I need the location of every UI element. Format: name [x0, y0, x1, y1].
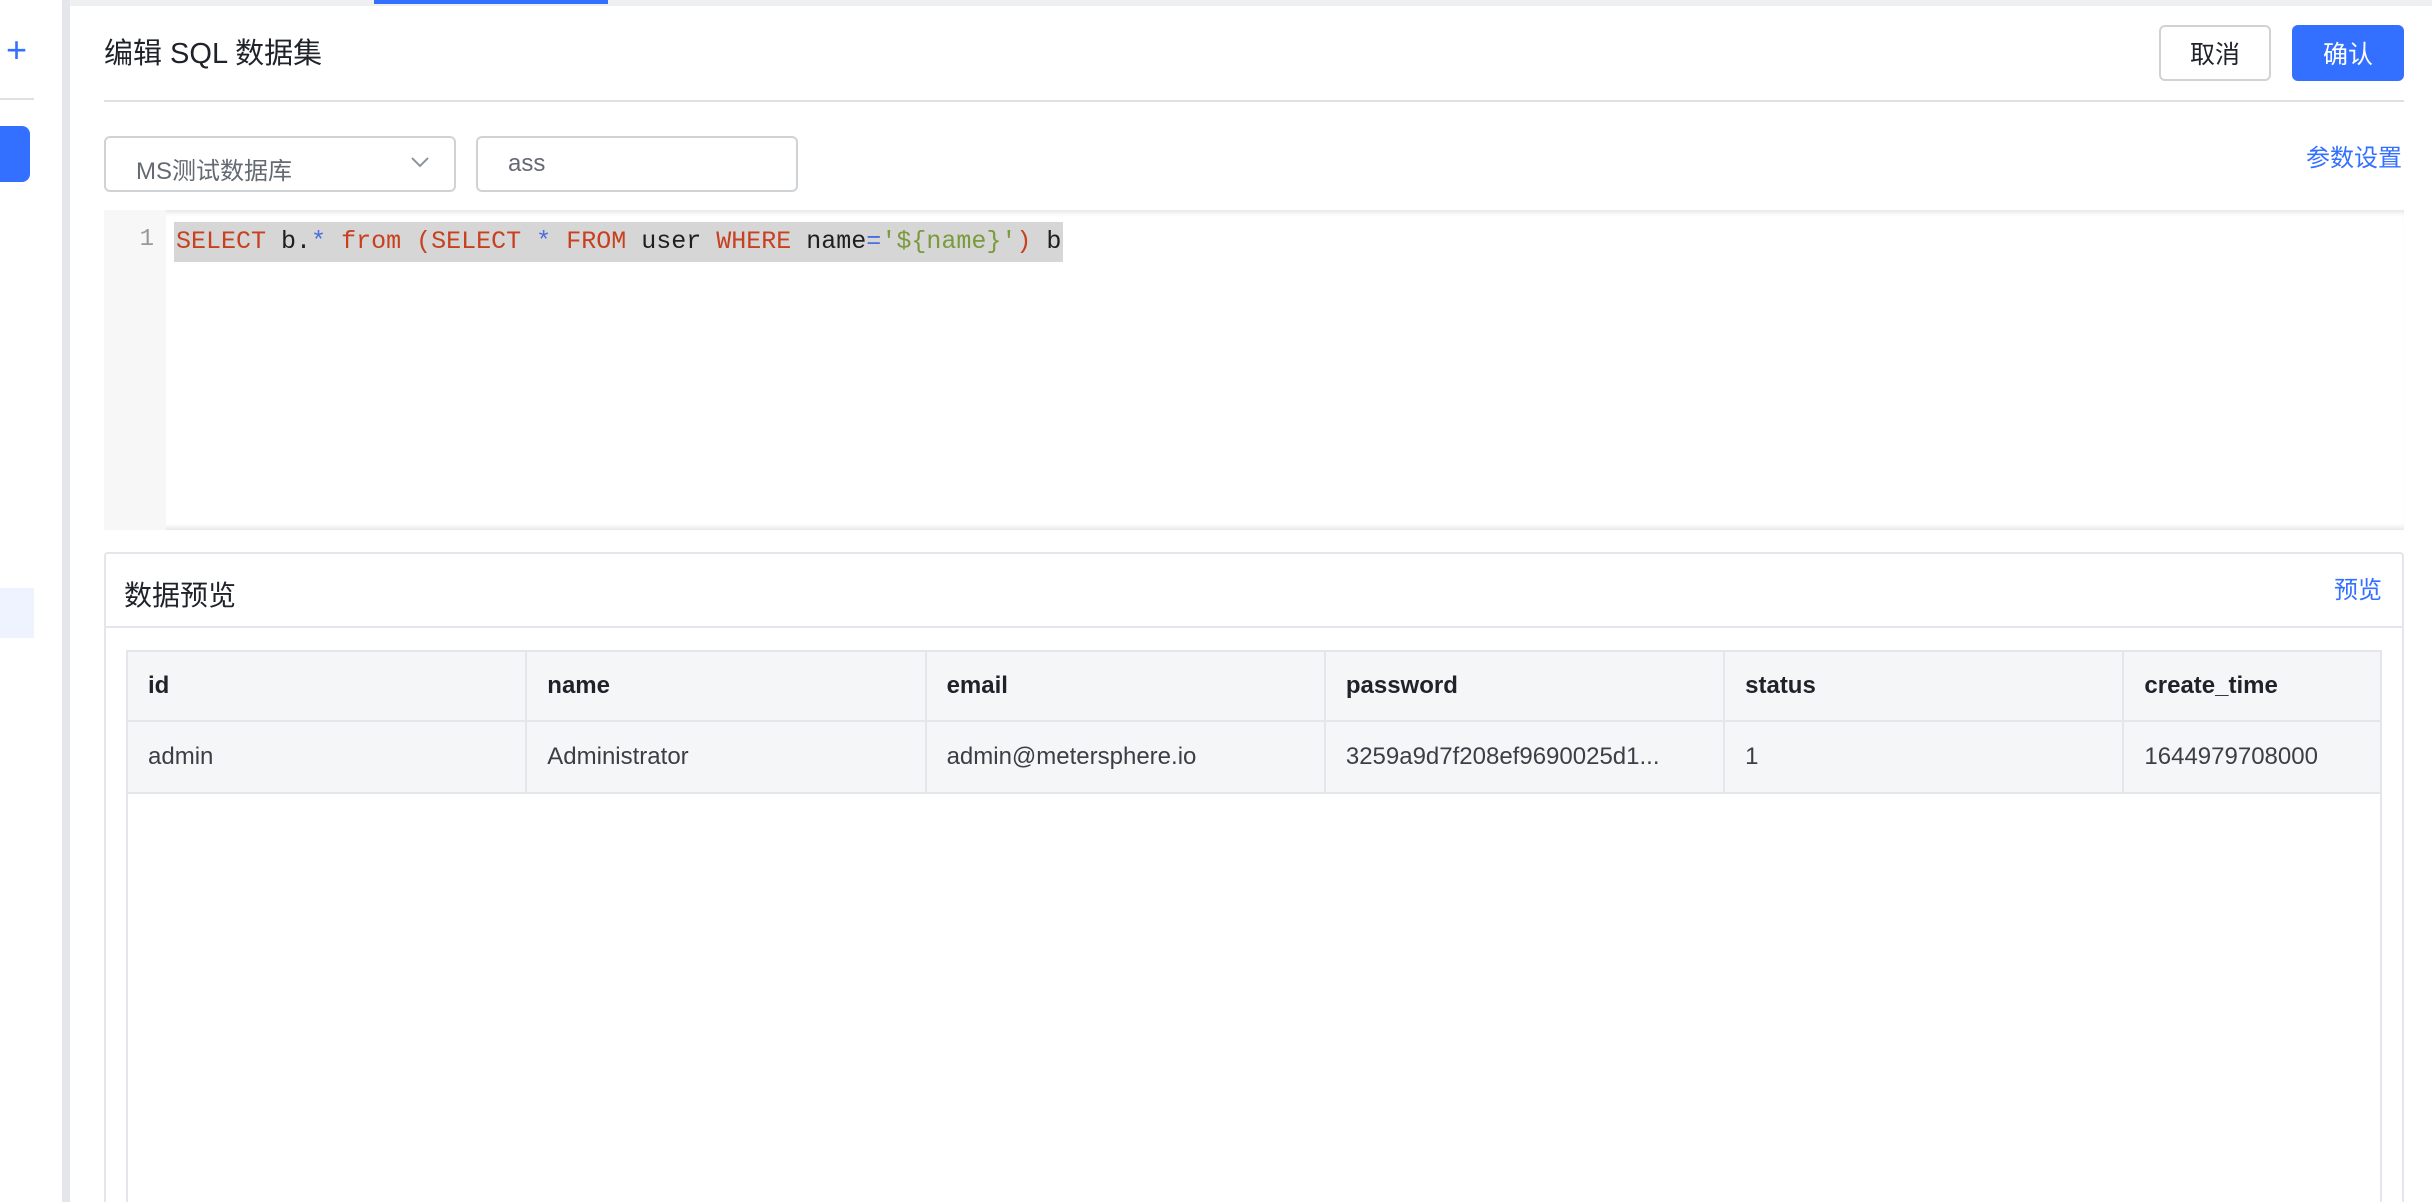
dataset-name-input[interactable] [476, 136, 798, 192]
dialog-header: 编辑 SQL 数据集 取消 确认 [104, 20, 2404, 102]
left-sidebar: + [0, 0, 64, 1202]
table-cell: admin@metersphere.io [927, 722, 1326, 792]
cancel-button[interactable]: 取消 [2159, 25, 2271, 81]
datasource-select-value: MS测试数据库 [136, 158, 292, 185]
table-cell: 3259a9d7f208ef9690025d1... [1326, 722, 1726, 792]
editor-gutter: 1 [104, 210, 166, 530]
active-tab-indicator [374, 0, 608, 4]
param-settings-link[interactable]: 参数设置 [2306, 138, 2402, 173]
top-tab-strip [70, 0, 2432, 6]
confirm-button[interactable]: 确认 [2292, 25, 2404, 81]
column-header[interactable]: id [128, 652, 528, 720]
column-header[interactable]: create_time [2124, 652, 2380, 720]
sidebar-divider [0, 98, 34, 100]
preview-title: 数据预览 [124, 580, 237, 611]
column-header[interactable]: name [527, 652, 927, 720]
preview-button[interactable]: 预览 [2334, 570, 2382, 605]
add-icon[interactable]: + [6, 32, 27, 68]
sql-dataset-editor-page: + 编辑 SQL 数据集 取消 确认 MS测试数据库 参数设置 1 SELECT… [0, 0, 2432, 1202]
data-preview-panel: 数据预览 预览 id name email password status cr… [104, 552, 2404, 1202]
chevron-down-icon [411, 157, 429, 168]
sql-code-editor[interactable]: 1 SELECT b.* from (SELECT * FROM user WH… [104, 210, 2404, 530]
table-header: id name email password status create_tim… [128, 652, 2380, 722]
datasource-select[interactable]: MS测试数据库 [104, 136, 456, 192]
table-cell: Administrator [527, 722, 927, 792]
sql-code-line[interactable]: SELECT b.* from (SELECT * FROM user WHER… [174, 222, 1064, 262]
column-header[interactable]: email [927, 652, 1326, 720]
table-cell: admin [128, 722, 528, 792]
sidebar-active-button[interactable] [0, 126, 30, 182]
panel-divider [62, 0, 70, 1202]
line-number: 1 [139, 226, 154, 253]
preview-table: id name email password status create_tim… [126, 650, 2382, 1202]
page-title: 编辑 SQL 数据集 [104, 38, 323, 70]
column-header[interactable]: status [1725, 652, 2125, 720]
sidebar-selected-item[interactable] [0, 588, 34, 638]
table-cell: 1 [1725, 722, 2125, 792]
preview-header: 数据预览 预览 [106, 554, 2402, 628]
table-cell: 1644979708000 [2144, 743, 2318, 770]
table-row[interactable]: admin Administrator admin@metersphere.io… [128, 722, 2380, 794]
column-header[interactable]: password [1326, 652, 1726, 720]
